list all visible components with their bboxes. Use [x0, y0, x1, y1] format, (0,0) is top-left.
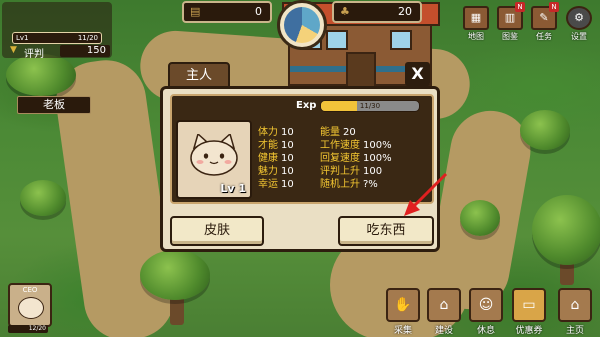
- gather-icon: ✋: [386, 288, 420, 322]
- stat-value: 100: [363, 166, 383, 177]
- stat-label: 体力: [258, 127, 278, 138]
- cat-face-icon: [190, 134, 238, 176]
- tree: [140, 250, 210, 300]
- eat-button[interactable]: 吃东西: [338, 216, 434, 246]
- home-button[interactable]: ⌂ 主页: [558, 288, 592, 336]
- stat-label: 回复速度: [320, 153, 360, 164]
- wood-icon: ▤: [190, 5, 201, 18]
- home-button-label: 主页: [565, 326, 584, 336]
- stat-row: 随机上升?%: [320, 179, 378, 191]
- new-badge: N: [549, 2, 559, 12]
- gather-button-label: 采集: [393, 326, 412, 336]
- tree: [532, 195, 600, 265]
- build-button-label: 建设: [434, 326, 453, 336]
- rest-button-label: 休息: [476, 326, 495, 336]
- stat-row: 工作速度 100%: [320, 140, 392, 152]
- coupon-button[interactable]: ▭ 优惠券: [512, 288, 546, 336]
- stat-row: 幸运 10: [258, 179, 294, 191]
- stat-value: 10: [281, 179, 294, 190]
- bush: [460, 200, 500, 236]
- ceo-label: CEO: [22, 286, 38, 294]
- tree: [6, 54, 76, 96]
- collection-button-label: 图鉴: [502, 32, 518, 41]
- player-status-panel: Lv1 11/20 ▼ 评判 150: [2, 2, 112, 60]
- settings-button[interactable]: ⚙ 设置: [566, 6, 592, 41]
- rating-value: 150: [60, 45, 110, 57]
- stat-row: 才能 10: [258, 140, 294, 152]
- stat-row: 体力 10: [258, 127, 294, 139]
- stat-value: 10: [281, 166, 294, 177]
- trophy-icon: ▼: [10, 45, 17, 55]
- coupon-button-label: 优惠券: [515, 326, 543, 336]
- house-window: [390, 30, 412, 50]
- gear-icon: ⚙: [566, 6, 592, 30]
- new-badge: N: [515, 2, 525, 12]
- stat-value: 100%: [363, 153, 392, 164]
- level-progress-bar: Lv1 11/20: [12, 32, 102, 44]
- resource-value-1: 0: [255, 5, 262, 18]
- gather-button[interactable]: ✋ 采集: [386, 288, 420, 336]
- house-window: [326, 30, 348, 50]
- ceo-progress: 12/20: [8, 325, 48, 333]
- owner-level: Lv 1: [220, 182, 246, 195]
- collection-button[interactable]: ▥ N 图鉴: [497, 2, 525, 41]
- stat-label: 幸运: [258, 179, 278, 190]
- stat-row: 健康 10: [258, 153, 294, 165]
- level-label: Lv1: [16, 34, 29, 42]
- stat-label: 随机上升: [320, 179, 360, 190]
- stat-label: 评判上升: [320, 166, 360, 177]
- stat-row: 回复速度 100%: [320, 153, 392, 165]
- stat-value: 20: [343, 127, 356, 138]
- coupon-icon: ▭: [512, 288, 546, 322]
- stat-label: 工作速度: [320, 140, 360, 151]
- house-door: [346, 52, 376, 88]
- wheat-icon: ♣: [340, 5, 350, 18]
- day-clock-dial: [284, 7, 320, 43]
- stat-row: 评判上升 100: [320, 166, 382, 178]
- quest-button[interactable]: ✎ N 任务: [531, 2, 559, 41]
- skin-button[interactable]: 皮肤: [170, 216, 264, 246]
- owner-portrait: Lv 1: [176, 120, 252, 199]
- level-progress-text: 11/20: [77, 34, 98, 42]
- map-button[interactable]: ▦ 地图: [463, 6, 489, 41]
- exp-text: 11/30: [359, 102, 381, 110]
- rest-icon: ☺: [469, 288, 503, 322]
- stat-value: 100%: [363, 140, 392, 151]
- ceo-portrait-button[interactable]: CEO: [8, 283, 52, 327]
- day-clock: [277, 0, 327, 50]
- resource-counter-2: ♣ 20: [332, 1, 422, 23]
- cat-face-icon: [18, 297, 44, 319]
- quest-button-label: 任务: [536, 32, 552, 41]
- settings-button-label: 设置: [571, 32, 587, 41]
- stat-label: 健康: [258, 153, 278, 164]
- owner-name: 老板: [17, 96, 91, 114]
- exp-bar: 11/30: [320, 100, 420, 112]
- close-button[interactable]: X: [405, 62, 430, 86]
- resource-value-2: 20: [398, 5, 412, 18]
- stat-value: 10: [281, 153, 294, 164]
- stat-value: ?%: [363, 179, 378, 190]
- stat-value: 10: [281, 127, 294, 138]
- rest-button[interactable]: ☺ 休息: [469, 288, 503, 336]
- stat-label: 才能: [258, 140, 278, 151]
- stat-row: 能量 20: [320, 127, 356, 139]
- bush: [520, 110, 570, 150]
- rating-label: 评判: [24, 49, 44, 60]
- build-icon: ⌂: [427, 288, 461, 322]
- map-button-label: 地图: [468, 32, 484, 41]
- stat-label: 能量: [320, 127, 340, 138]
- bush: [20, 180, 66, 216]
- stat-label: 魅力: [258, 166, 278, 177]
- resource-counter-1: ▤ 0: [182, 1, 272, 23]
- map-icon: ▦: [463, 6, 489, 30]
- build-button[interactable]: ⌂ 建设: [427, 288, 461, 336]
- stat-row: 魅力 10: [258, 166, 294, 178]
- exp-label: Exp: [296, 100, 317, 111]
- rating-row: ▼ 评判 150: [10, 45, 110, 60]
- home-icon: ⌂: [558, 288, 592, 322]
- stat-value: 10: [281, 140, 294, 151]
